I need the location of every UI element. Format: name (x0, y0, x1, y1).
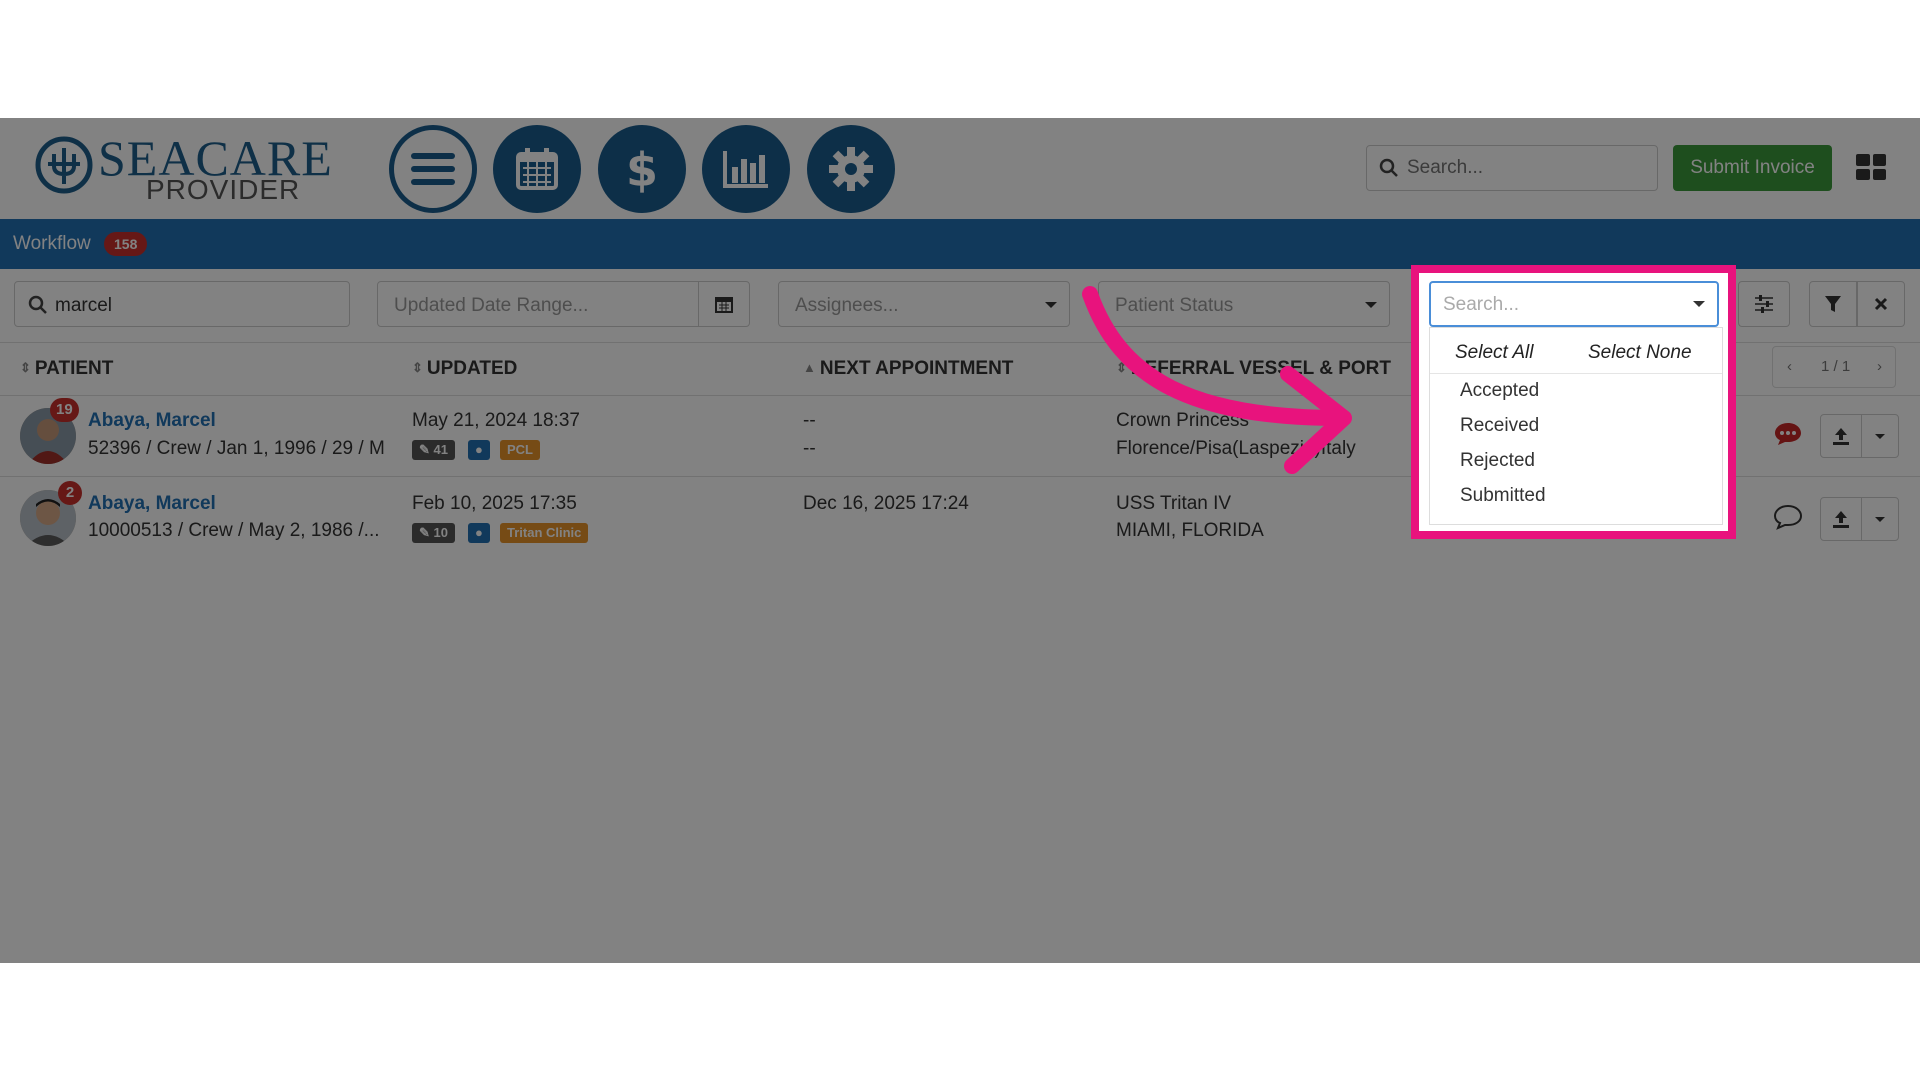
modal-overlay (0, 118, 1920, 963)
status-dropdown-menu: Select All Select None Accepted Received… (1429, 327, 1723, 525)
app-window: SEACARE PROVIDER $ Submit Invoice Workfl… (0, 118, 1920, 963)
status-dropdown-placeholder: Search... (1443, 294, 1520, 315)
select-all-link[interactable]: Select All (1455, 342, 1534, 364)
chevron-down-icon (1693, 301, 1705, 307)
status-option-submitted[interactable]: Submitted (1460, 485, 1546, 507)
highlight-frame: Search... Select All Select None Accepte… (1411, 265, 1736, 539)
status-option-received[interactable]: Received (1460, 415, 1539, 437)
select-none-link[interactable]: Select None (1588, 342, 1692, 364)
pointer-arrow-icon (1082, 286, 1352, 474)
status-dropdown-search[interactable]: Search... (1429, 281, 1719, 327)
divider (1430, 373, 1722, 374)
status-option-rejected[interactable]: Rejected (1460, 450, 1535, 472)
status-option-accepted[interactable]: Accepted (1460, 380, 1539, 402)
